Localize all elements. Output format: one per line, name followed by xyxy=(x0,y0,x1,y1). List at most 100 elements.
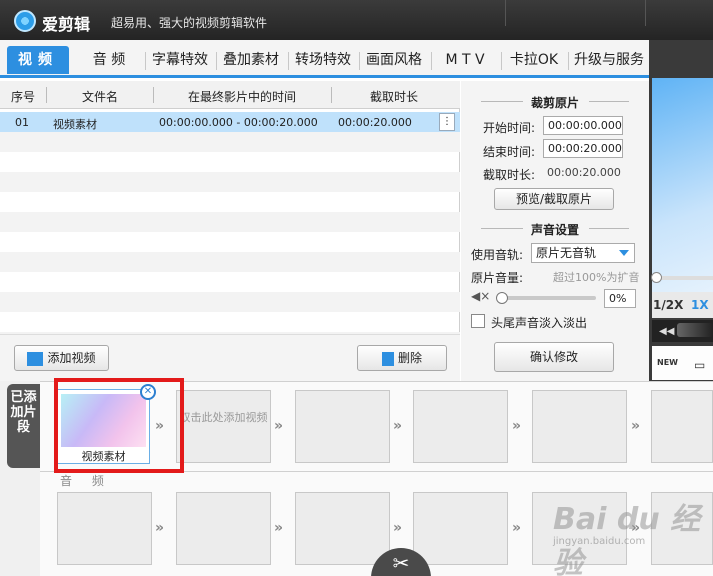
start-time-label: 开始时间: xyxy=(483,121,536,135)
empty-video-slot[interactable] xyxy=(532,390,627,463)
file-list-actions: 添加视频 删除 xyxy=(0,334,460,381)
watermark-logo: Bai du 经验 xyxy=(553,502,701,576)
volume-slider-handle[interactable] xyxy=(496,292,508,304)
volume-hint: 超过100%为扩音 xyxy=(553,271,640,284)
tab-audio[interactable]: 音 频 xyxy=(78,46,140,74)
chevron-right-icon: » xyxy=(274,520,283,536)
row-menu-button[interactable]: ⋮ xyxy=(439,113,455,131)
end-time-field[interactable]: 00:00:20.000 xyxy=(543,139,623,158)
row-range: 00:00:00.000 - 00:00:20.000 xyxy=(159,116,318,129)
rewind-icon[interactable]: ◀◀ xyxy=(659,326,674,337)
column-timeline-position: 在最终影片中的时间 xyxy=(188,90,297,104)
row-duration: 00:00:20.000 xyxy=(338,116,412,129)
confirm-changes-button[interactable]: 确认修改 xyxy=(494,342,614,372)
sound-section-title: 声音设置 xyxy=(530,223,579,237)
empty-audio-slot[interactable] xyxy=(176,492,271,565)
empty-row xyxy=(0,172,460,192)
added-clips-tab[interactable]: 已添加片段 xyxy=(7,384,40,468)
trim-duration-label: 截取时长: xyxy=(483,168,536,182)
file-list-header: 序号 文件名 在最终影片中的时间 截取时长 xyxy=(0,81,460,109)
tab-video[interactable]: 视频 xyxy=(7,46,69,74)
empty-video-slot[interactable] xyxy=(413,390,508,463)
tab-divider xyxy=(145,52,146,70)
window-control-button[interactable] xyxy=(645,0,681,26)
add-video-hint: 双击此处添加视频 xyxy=(179,411,268,424)
speed-half-button[interactable]: 1/2X xyxy=(653,298,683,312)
volume-label: 原片音量: xyxy=(471,271,524,285)
open-folder-icon[interactable]: ▭ xyxy=(694,358,705,372)
settings-panel: 裁剪原片 开始时间: 00:00:00.000 结束时间: 00:00:20.0… xyxy=(461,81,649,381)
highlight-annotation xyxy=(54,378,184,473)
empty-row xyxy=(0,192,460,212)
fade-checkbox[interactable] xyxy=(471,314,485,328)
audio-track-value: 原片无音轨 xyxy=(536,246,597,260)
chevron-right-icon: » xyxy=(155,520,164,536)
table-row[interactable]: 01 视频素材 00:00:00.000 - 00:00:20.000 00:0… xyxy=(0,112,460,132)
tab-upgrade[interactable]: 升级与服务 xyxy=(570,46,648,74)
delete-button[interactable]: 删除 xyxy=(357,345,447,371)
main-tabs: 视频 音 频 字幕特效 叠加素材 转场特效 画面风格 M T V 卡拉OK 升级… xyxy=(0,40,649,78)
add-video-label: 添加视频 xyxy=(47,351,96,365)
empty-row xyxy=(0,252,460,272)
tab-style[interactable]: 画面风格 xyxy=(361,46,427,74)
tab-karaoke[interactable]: 卡拉OK xyxy=(503,46,565,74)
volume-value-field[interactable]: 0% xyxy=(604,289,636,308)
film-icon xyxy=(27,351,44,366)
window-control-button[interactable] xyxy=(505,0,541,26)
add-video-slot[interactable]: 双击此处添加视频 xyxy=(176,390,271,463)
app-name: 爱剪辑 xyxy=(42,15,91,34)
speaker-icon[interactable]: ◀× xyxy=(471,289,490,303)
empty-row xyxy=(0,272,460,292)
audio-track-label: 使用音轨: xyxy=(471,248,524,262)
empty-row xyxy=(0,312,460,332)
volume-slider[interactable] xyxy=(498,296,596,300)
empty-row xyxy=(0,292,460,312)
chevron-right-icon: » xyxy=(631,418,640,434)
tab-overlay[interactable]: 叠加素材 xyxy=(218,46,284,74)
tab-subtitles[interactable]: 字幕特效 xyxy=(147,46,213,74)
tab-divider xyxy=(359,52,360,70)
column-divider xyxy=(46,87,47,103)
title-bar: 爱剪辑 超易用、强大的视频剪辑软件 xyxy=(0,0,713,40)
empty-row xyxy=(0,212,460,232)
empty-audio-slot[interactable] xyxy=(57,492,152,565)
audio-track-label: 音 频 xyxy=(60,474,112,488)
delete-label: 删除 xyxy=(397,351,422,365)
row-filename: 视频素材 xyxy=(53,118,97,131)
end-time-label: 结束时间: xyxy=(483,145,536,159)
preview-screen xyxy=(652,78,713,308)
empty-row xyxy=(0,152,460,172)
tab-transitions[interactable]: 转场特效 xyxy=(290,46,356,74)
tab-divider xyxy=(568,52,569,70)
preview-scrubber-handle[interactable] xyxy=(651,272,662,283)
trash-icon xyxy=(381,351,394,366)
preview-trim-button[interactable]: 预览/截取原片 xyxy=(494,188,614,210)
new-file-icon[interactable]: NEW xyxy=(657,358,678,367)
section-divider xyxy=(589,228,629,229)
empty-video-slot[interactable] xyxy=(651,390,713,463)
chevron-down-icon xyxy=(619,250,629,256)
empty-audio-slot[interactable] xyxy=(413,492,508,565)
fade-label: 头尾声音淡入淡出 xyxy=(491,316,588,330)
tab-divider xyxy=(501,52,502,70)
audio-track-select[interactable]: 原片无音轨 xyxy=(531,243,635,263)
trim-duration-value: 00:00:20.000 xyxy=(547,166,621,179)
tab-divider xyxy=(431,52,432,70)
chevron-right-icon: » xyxy=(274,418,283,434)
column-duration: 截取时长 xyxy=(370,90,419,104)
tab-mtv[interactable]: M T V xyxy=(433,46,497,74)
app-logo-icon xyxy=(14,10,36,32)
add-video-button[interactable]: 添加视频 xyxy=(14,345,109,371)
empty-audio-slot[interactable] xyxy=(295,492,390,565)
chevron-right-icon: » xyxy=(393,418,402,434)
row-index: 01 xyxy=(15,116,29,129)
app-slogan: 超易用、强大的视频剪辑软件 xyxy=(111,16,268,30)
start-time-field[interactable]: 00:00:00.000 xyxy=(543,116,623,135)
empty-row xyxy=(0,132,460,152)
watermark-url: jingyan.baidu.com xyxy=(553,536,646,547)
section-divider xyxy=(589,101,629,102)
speed-one-button[interactable]: 1X xyxy=(691,298,709,312)
tab-divider xyxy=(288,52,289,70)
playback-slider[interactable] xyxy=(677,323,713,337)
empty-video-slot[interactable] xyxy=(295,390,390,463)
